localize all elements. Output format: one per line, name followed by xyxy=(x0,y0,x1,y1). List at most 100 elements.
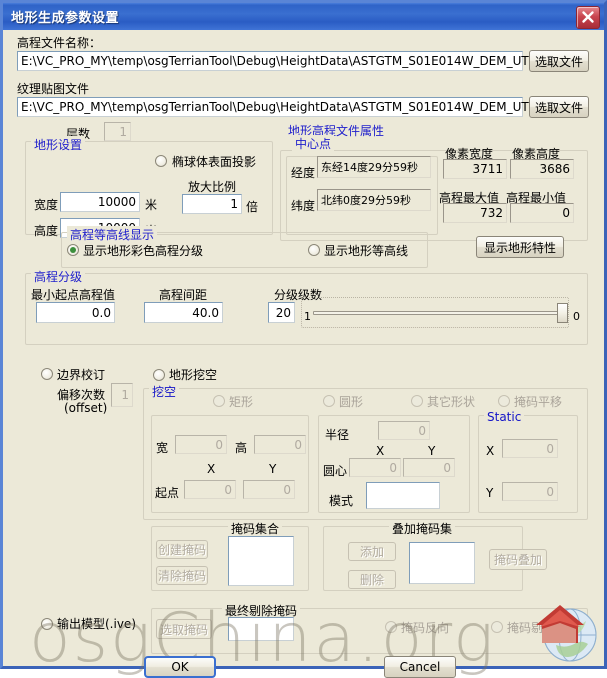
translate-y-input: 0 xyxy=(502,482,558,501)
circle-mode-label: 模式 xyxy=(329,494,354,508)
texture-file-input[interactable]: E:\VC_PRO_MY\temp\osgTerrianTool\Debug\H… xyxy=(17,97,561,117)
mask-set-listbox[interactable] xyxy=(228,536,294,586)
slider-min-label: 1 xyxy=(304,310,311,323)
title-bar: 地形生成参数设置 xyxy=(3,3,604,30)
create-mask-button: 创建掩码 xyxy=(156,540,208,559)
output-model-radio[interactable] xyxy=(41,618,53,630)
show-terrain-feature-button[interactable]: 显示地形特性 xyxy=(476,236,564,258)
terrain-dig-label: 地形挖空 xyxy=(169,368,218,382)
dialog-client-area: 高程文件名称： E:\VC_PRO_MY\temp\osgTerrianTool… xyxy=(3,30,604,678)
circle-center-label: 圆心 xyxy=(323,464,348,478)
color-grade-radio[interactable] xyxy=(67,244,79,256)
circle-center-x-input: 0 xyxy=(349,458,401,477)
pixel-width-value: 3711 xyxy=(443,159,507,179)
final-mask-combo[interactable] xyxy=(228,617,294,641)
circle-shape-label: 圆形 xyxy=(339,395,364,409)
contour-display-legend: 高程等高线显示 xyxy=(67,226,158,243)
translate-x-input: 0 xyxy=(502,439,558,458)
color-grade-radio-dot xyxy=(70,247,76,253)
grade-levels-input[interactable]: 20 xyxy=(268,302,295,323)
mask-translate-label: 掩码平移 xyxy=(514,395,563,409)
mask-remove-radio xyxy=(491,621,503,633)
elev-interval-input[interactable]: 40.0 xyxy=(144,302,223,323)
output-model-label: 输出模型(.ive) xyxy=(57,617,136,631)
circle-radius-label: 半径 xyxy=(325,428,350,442)
terrain-height-label: 高度 xyxy=(34,224,59,238)
mask-remove-label: 掩码剔除 xyxy=(507,621,556,635)
terrain-width-label: 宽度 xyxy=(34,198,59,212)
excavation-legend: 挖空 xyxy=(149,383,180,400)
longitude-value: 东经14度29分59秒 xyxy=(317,156,431,178)
rect-height-label: 高 xyxy=(235,441,248,455)
rect-y-axis-label: Y xyxy=(269,462,277,476)
scale-input[interactable]: 1 xyxy=(182,194,242,214)
circle-y-axis-label: Y xyxy=(428,444,436,458)
rect-start-label: 起点 xyxy=(155,486,180,500)
latitude-label: 纬度 xyxy=(291,199,316,213)
translate-y-label: Y xyxy=(486,486,494,500)
circle-radius-input: 0 xyxy=(378,421,430,440)
latitude-value: 北纬0度29分59秒 xyxy=(317,189,431,211)
circle-mode-input[interactable] xyxy=(366,482,440,509)
overlay-mask-listbox[interactable] xyxy=(409,542,475,584)
rect-start-y-input: 0 xyxy=(243,480,295,499)
rect-width-label: 宽 xyxy=(156,441,169,455)
elev-min-value: 0 xyxy=(510,203,574,223)
circle-shape-radio xyxy=(323,395,335,407)
mask-overlay-button: 掩码叠加 xyxy=(489,549,547,570)
offset-label-line2: (offset) xyxy=(64,401,108,415)
slider-max-label: 0 xyxy=(573,310,580,323)
window-title: 地形生成参数设置 xyxy=(11,11,120,26)
translate-x-label: X xyxy=(486,444,495,458)
cancel-button[interactable]: Cancel xyxy=(384,656,456,678)
grade-slider-thumb[interactable] xyxy=(557,303,568,323)
mask-translate-radio xyxy=(498,395,510,407)
select-mask-button: 选取掩码 xyxy=(156,619,212,639)
height-file-input[interactable]: E:\VC_PRO_MY\temp\osgTerrianTool\Debug\H… xyxy=(17,51,566,71)
terrain-width-input[interactable]: 10000 xyxy=(60,192,140,212)
overlay-mask-legend: 叠加掩码集 xyxy=(389,520,456,537)
close-button[interactable] xyxy=(576,6,600,29)
mask-set-legend: 掩码集合 xyxy=(228,520,283,537)
ok-button[interactable]: OK xyxy=(144,656,216,678)
mask-invert-radio xyxy=(385,621,397,633)
circle-center-y-input: 0 xyxy=(403,458,455,477)
scale-unit: 倍 xyxy=(246,200,259,214)
texture-file-browse-button[interactable]: 选取文件 xyxy=(529,96,589,118)
close-icon xyxy=(582,11,594,23)
layers-input: 1 xyxy=(104,122,131,141)
circle-x-axis-label: X xyxy=(376,444,385,458)
texture-file-label: 纹理贴图文件 xyxy=(17,82,90,96)
rect-width-input: 0 xyxy=(175,435,227,454)
contour-line-radio[interactable] xyxy=(308,244,320,256)
longitude-label: 经度 xyxy=(291,166,316,180)
pixel-height-value: 3686 xyxy=(510,159,574,179)
dialog-window: 地形生成参数设置 高程文件名称： E:\VC_PRO_MY\temp\osgTe… xyxy=(0,0,607,678)
static-legend: Static xyxy=(484,410,525,424)
rect-shape-radio xyxy=(213,395,225,407)
center-point-legend: 中心点 xyxy=(292,135,335,152)
color-grade-label: 显示地形彩色高程分级 xyxy=(83,244,204,258)
add-mask-button: 添加 xyxy=(348,542,396,561)
other-shape-label: 其它形状 xyxy=(427,395,476,409)
rect-x-axis-label: X xyxy=(207,462,216,476)
scale-label: 放大比例 xyxy=(188,180,237,194)
clear-mask-button: 清除掩码 xyxy=(156,566,208,585)
ellipsoid-projection-label: 椭球体表面投影 xyxy=(172,155,257,169)
ellipsoid-projection-radio[interactable] xyxy=(155,155,167,167)
height-file-label: 高程文件名称： xyxy=(17,36,102,50)
boundary-correction-radio[interactable] xyxy=(41,368,53,380)
min-start-elev-label: 最小起点高程值 xyxy=(31,288,116,302)
terrain-dig-radio[interactable] xyxy=(153,369,165,381)
min-start-elev-input[interactable]: 0.0 xyxy=(36,302,115,323)
rect-height-input: 0 xyxy=(254,435,306,454)
other-shape-radio xyxy=(411,395,423,407)
elev-max-value: 732 xyxy=(443,203,507,223)
rect-shape-label: 矩形 xyxy=(229,395,254,409)
elevation-grading-legend: 高程分级 xyxy=(31,268,86,285)
mask-invert-label: 掩码反向 xyxy=(401,621,450,635)
height-file-browse-button[interactable]: 选取文件 xyxy=(529,50,589,72)
grade-slider-track[interactable] xyxy=(313,311,563,315)
terrain-settings-legend: 地形设置 xyxy=(31,136,86,153)
delete-mask-button: 删除 xyxy=(348,570,396,589)
